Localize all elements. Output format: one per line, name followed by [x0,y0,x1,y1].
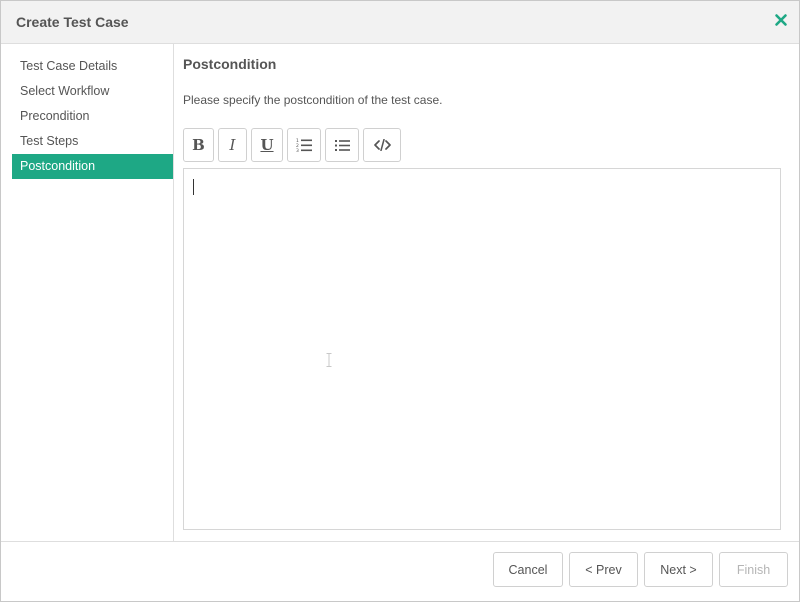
sidebar-item-label: Select Workflow [20,84,110,98]
prev-button[interactable]: < Prev [569,552,638,587]
text-caret [193,179,194,195]
sidebar-item-postcondition[interactable]: Postcondition [12,154,173,179]
underline-button[interactable]: U [251,128,283,162]
dialog-title: Create Test Case [16,14,129,30]
underline-icon: U [260,136,274,154]
next-button[interactable]: Next > [644,552,713,587]
close-icon [775,14,787,26]
text-cursor-icon [326,353,332,367]
dialog-header: Create Test Case [1,1,799,44]
ordered-list-button[interactable]: 1 2 3 [287,128,321,162]
svg-text:3: 3 [296,148,299,152]
unordered-list-icon [334,139,350,151]
code-view-button[interactable] [363,128,401,162]
sidebar-item-label: Precondition [20,109,90,123]
sidebar-item-precondition[interactable]: Precondition [12,104,173,129]
sidebar-item-label: Test Case Details [20,59,118,73]
create-test-case-dialog: Create Test Case Test Case Details Selec… [0,0,800,602]
sidebar-item-label: Postcondition [20,159,96,173]
ordered-list-icon: 1 2 3 [296,138,312,152]
close-button[interactable] [773,12,789,28]
sidebar-item-label: Test Steps [20,134,79,148]
finish-button[interactable]: Finish [719,552,788,587]
italic-button[interactable]: I [218,128,247,162]
sidebar-item-select-workflow[interactable]: Select Workflow [12,79,173,104]
unordered-list-button[interactable] [325,128,359,162]
section-description: Please specify the postcondition of the … [183,93,443,107]
main-panel: Postcondition Please specify the postcon… [174,44,799,541]
cancel-button[interactable]: Cancel [493,552,563,587]
sidebar-item-test-case-details[interactable]: Test Case Details [12,54,173,79]
bold-icon: B [192,136,205,154]
sidebar-item-test-steps[interactable]: Test Steps [12,129,173,154]
wizard-steps-sidebar: Test Case Details Select Workflow Precon… [1,44,174,541]
section-title: Postcondition [183,56,277,72]
dialog-footer: Cancel < Prev Next > Finish [1,541,799,601]
postcondition-editor[interactable] [183,168,781,530]
italic-icon: I [229,136,236,154]
bold-button[interactable]: B [183,128,214,162]
code-view-icon [373,139,391,151]
